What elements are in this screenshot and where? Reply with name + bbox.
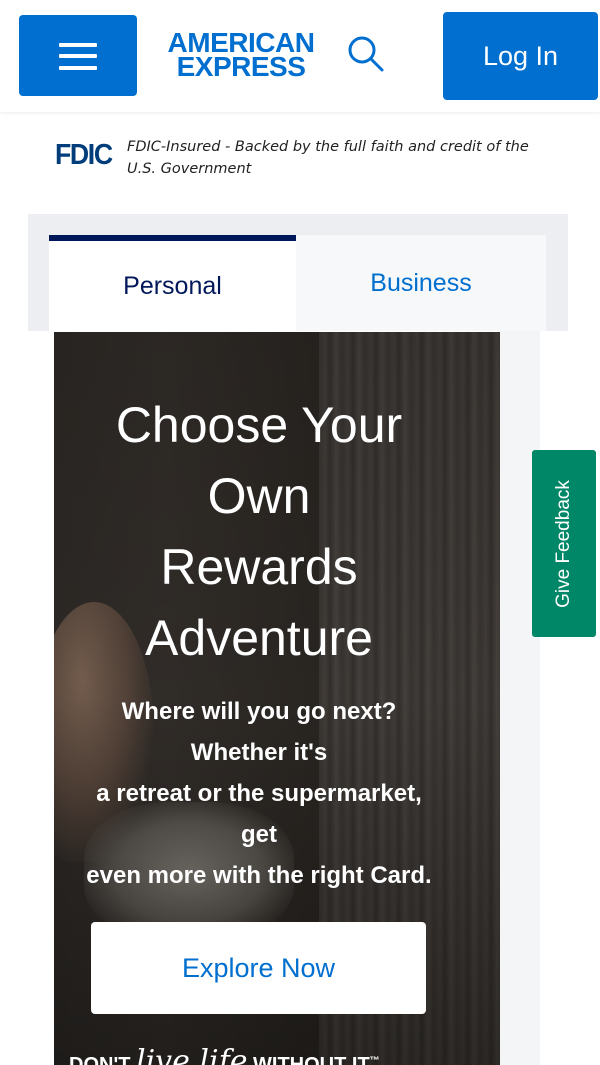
tab-business[interactable]: Business (296, 235, 546, 331)
hero-banner: Choose Your Own Rewards Adventure Where … (54, 332, 500, 1065)
hero-subtitle-line: get (241, 821, 277, 848)
hero-subtitle-line: Where will you go next? (121, 698, 397, 725)
hero-subtitle-line: even more with the right Card. (86, 862, 432, 889)
hamburger-menu-icon (59, 43, 97, 47)
logo-line-2: EXPRESS (176, 51, 306, 82)
tagline-right: WITHOUT IT (253, 1054, 370, 1065)
tagline-script: live life (135, 1044, 248, 1065)
hero-subtitle-line: a retreat or the supermarket, (96, 780, 422, 807)
tagline-left: DON'T (69, 1054, 131, 1065)
amex-logo[interactable]: AMERICAN EXPRESS (156, 29, 326, 82)
hero-title: Choose Your Own Rewards Adventure (54, 390, 464, 674)
fdic-logo: FDIC (55, 139, 113, 171)
tagline-trademark: ™ (369, 1055, 380, 1065)
hero-title-line: Adventure (145, 610, 373, 666)
explore-now-button[interactable]: Explore Now (91, 922, 426, 1014)
hamburger-menu-icon-bar (59, 54, 97, 58)
hero-subtitle-line: Whether it's (190, 739, 328, 766)
hero-gutter (500, 331, 540, 1065)
menu-button[interactable] (19, 15, 137, 96)
give-feedback-button[interactable]: Give Feedback (532, 450, 596, 637)
hero-subtitle: Where will you go next? Whether it's a r… (54, 691, 464, 896)
login-button[interactable]: Log In (443, 12, 598, 100)
hero-title-line: Own (207, 468, 311, 524)
search-icon[interactable] (345, 33, 387, 75)
hero-title-line: Rewards (160, 539, 358, 595)
fdic-notice-text: FDIC-Insured - Backed by the full faith … (127, 139, 529, 177)
brand-tagline: DON'T live life WITHOUT IT™ (69, 1044, 459, 1065)
site-header: AMERICAN EXPRESS Log In (0, 0, 600, 112)
hero-title-line: Choose Your (115, 397, 403, 453)
hamburger-menu-icon-bar (59, 66, 97, 70)
feedback-label: Give Feedback (553, 479, 574, 608)
tab-personal[interactable]: Personal (49, 235, 296, 331)
